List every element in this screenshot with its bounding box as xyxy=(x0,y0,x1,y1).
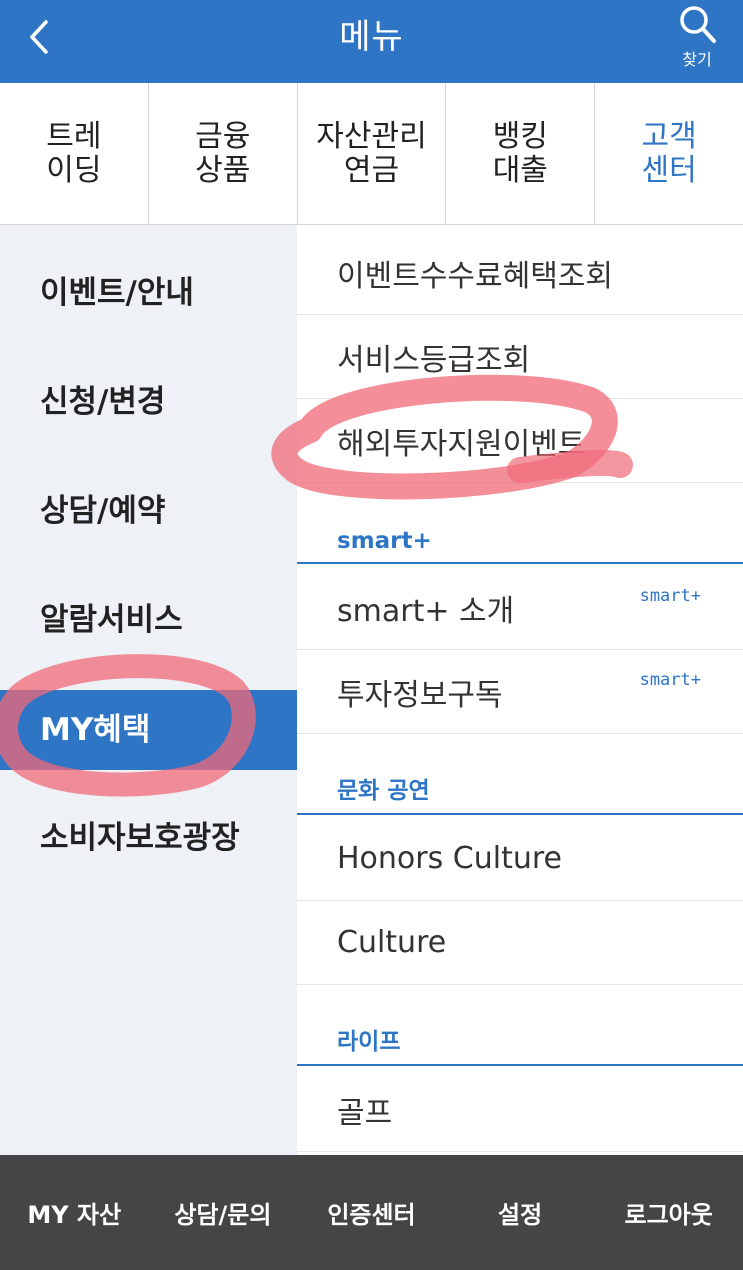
bottom-nav-consult[interactable]: 상담/문의 xyxy=(149,1195,298,1230)
smart-badge: smart+ xyxy=(639,670,701,690)
submenu-item[interactable]: 골프 xyxy=(297,1068,743,1152)
left-category-list: 이벤트/안내 신청/변경 상담/예약 알람서비스 MY혜택 소비자보호광장 xyxy=(0,225,297,1155)
submenu-item-label: Honors Culture xyxy=(337,841,562,876)
submenu-item-label: 투자정보구독 xyxy=(337,677,503,713)
submenu-item-label: 골프 xyxy=(337,1095,393,1131)
bottom-nav-my-assets[interactable]: MY 자산 xyxy=(0,1195,149,1230)
smart-badge: smart+ xyxy=(639,586,701,606)
menu-screen: 메뉴 찾기 트레 이딩 금융 상품 자산관리 연금 뱅킹 대출 고객 센터 이벤… xyxy=(0,0,743,1270)
submenu-item-label: 이벤트수수료혜택조회 xyxy=(337,258,613,294)
submenu-item[interactable]: Culture xyxy=(297,901,743,985)
search-button[interactable]: 찾기 xyxy=(672,2,722,74)
submenu-item-label: smart+ 소개 xyxy=(337,593,515,629)
category-my-benefits[interactable]: MY혜택 xyxy=(0,690,297,770)
search-icon xyxy=(680,6,716,43)
submenu-item[interactable]: smart+ 소개 smart+ xyxy=(297,566,743,650)
bottom-nav-bar: MY 자산 상담/문의 인증센터 설정 로그아웃 xyxy=(0,1155,743,1270)
tab-label: 트레 이딩 xyxy=(46,118,102,188)
section-header-life: 라이프 xyxy=(297,1010,743,1066)
bottom-nav-settings[interactable]: 설정 xyxy=(446,1195,595,1230)
category-apply-change[interactable]: 신청/변경 xyxy=(0,362,297,442)
section-header-smart: smart+ xyxy=(297,508,743,564)
submenu-item[interactable]: 해외투자지원이벤트 xyxy=(297,399,743,483)
submenu-item-label: 해외투자지원이벤트 xyxy=(337,426,586,462)
submenu-item[interactable]: 투자정보구독 smart+ xyxy=(297,650,743,734)
bottom-nav-certificate-center[interactable]: 인증센터 xyxy=(297,1195,446,1230)
bottom-nav-logout[interactable]: 로그아웃 xyxy=(594,1195,743,1230)
top-header: 메뉴 찾기 xyxy=(0,0,743,83)
section-header-culture: 문화 공연 xyxy=(297,759,743,815)
category-tabs: 트레 이딩 금융 상품 자산관리 연금 뱅킹 대출 고객 센터 xyxy=(0,83,743,225)
tab-asset-management[interactable]: 자산관리 연금 xyxy=(298,83,447,224)
tab-label: 자산관리 연금 xyxy=(316,118,427,188)
submenu-panel: 이벤트수수료혜택조회 서비스등급조회 해외투자지원이벤트 smart+ smar… xyxy=(297,225,743,1155)
tab-trading[interactable]: 트레 이딩 xyxy=(0,83,149,224)
tab-label: 금융 상품 xyxy=(195,118,251,188)
category-consult-reserve[interactable]: 상담/예약 xyxy=(0,471,297,551)
tab-label: 뱅킹 대출 xyxy=(492,118,548,188)
tab-banking-loans[interactable]: 뱅킹 대출 xyxy=(446,83,596,224)
page-title: 메뉴 xyxy=(339,17,404,57)
tab-label: 고객 센터 xyxy=(641,118,697,188)
tab-customer-center[interactable]: 고객 센터 xyxy=(595,83,743,224)
category-consumer-protection[interactable]: 소비자보호광장 xyxy=(0,798,297,878)
search-label: 찾기 xyxy=(682,50,712,69)
tab-financial-products[interactable]: 금융 상품 xyxy=(149,83,298,224)
submenu-item-label: 서비스등급조회 xyxy=(337,342,531,378)
submenu-item[interactable]: 이벤트수수료혜택조회 xyxy=(297,231,743,315)
submenu-item[interactable]: Honors Culture xyxy=(297,817,743,901)
category-alarm-service[interactable]: 알람서비스 xyxy=(0,580,297,660)
submenu-item-label: Culture xyxy=(337,925,447,960)
submenu-item[interactable]: 서비스등급조회 xyxy=(297,315,743,399)
category-events[interactable]: 이벤트/안내 xyxy=(0,253,297,333)
